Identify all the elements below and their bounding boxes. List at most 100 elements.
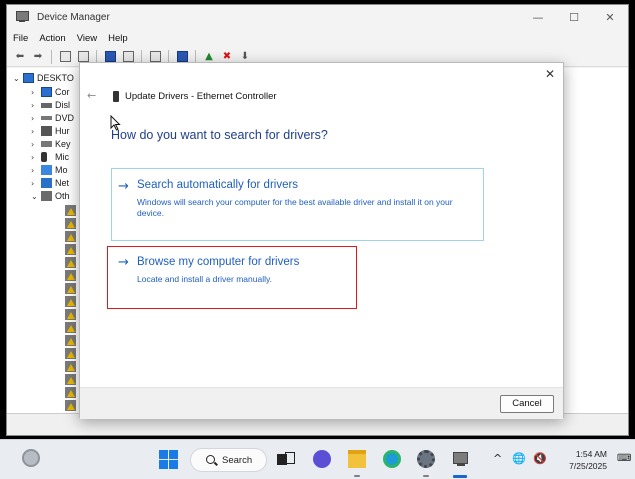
copilot-icon[interactable] xyxy=(313,450,331,468)
tree-category[interactable]: ⌄ Oth xyxy=(31,190,70,202)
minimize-button[interactable]: — xyxy=(520,5,556,29)
chevron-down-icon[interactable]: ⌄ xyxy=(31,192,41,201)
task-view-icon[interactable] xyxy=(276,450,295,468)
notification-icon[interactable]: ⌨ xyxy=(617,453,631,464)
clock-date: 7/25/2025 xyxy=(569,461,607,471)
chevron-right-icon[interactable]: › xyxy=(31,179,41,188)
unknown-device-warning-icon[interactable] xyxy=(65,270,76,281)
unknown-device-warning-icon[interactable] xyxy=(65,322,76,333)
back-icon[interactable]: ⬅ xyxy=(13,50,27,64)
back-arrow-icon[interactable]: ← xyxy=(87,89,96,102)
show-hide-tree-icon[interactable] xyxy=(58,50,72,64)
edge-browser-icon[interactable] xyxy=(383,450,401,468)
show-hidden-icons-chevron-icon[interactable]: ^ xyxy=(493,452,502,465)
search-label: Search xyxy=(222,455,253,466)
dvd-drive-icon xyxy=(41,116,52,120)
monitor-icon xyxy=(41,165,52,175)
taskbar-search-box[interactable]: Search xyxy=(190,448,267,472)
disk-drive-icon xyxy=(41,102,52,108)
title-bar: Device Manager — ☐ ✕ xyxy=(7,5,628,29)
chevron-right-icon[interactable]: › xyxy=(31,140,41,149)
tree-category[interactable]: › Key xyxy=(31,138,71,150)
unknown-device-warning-icon[interactable] xyxy=(65,205,76,216)
tree-category-label: Disl xyxy=(55,100,70,110)
cancel-button[interactable]: Cancel xyxy=(500,395,554,413)
unknown-device-warning-icon[interactable] xyxy=(65,335,76,346)
device-manager-taskbar-icon[interactable] xyxy=(451,450,469,468)
chevron-right-icon[interactable]: › xyxy=(31,101,41,110)
unknown-device-warning-icon[interactable] xyxy=(65,218,76,229)
unknown-device-warning-icon[interactable] xyxy=(65,374,76,385)
chevron-right-icon[interactable]: › xyxy=(31,127,41,136)
unknown-device-warning-icon[interactable] xyxy=(65,348,76,359)
chevron-right-icon[interactable]: › xyxy=(31,114,41,123)
unknown-device-warning-icon[interactable] xyxy=(65,309,76,320)
tree-category[interactable]: › Hur xyxy=(31,125,70,137)
weather-widget-icon[interactable] xyxy=(22,449,40,467)
tree-category[interactable]: › Cor xyxy=(31,86,70,98)
chevron-right-icon[interactable]: › xyxy=(31,88,41,97)
menu-view[interactable]: View xyxy=(77,33,97,44)
tree-category-label: Oth xyxy=(55,191,70,201)
tree-category[interactable]: › Net xyxy=(31,177,69,189)
tree-category[interactable]: › Mo xyxy=(31,164,68,176)
menu-bar: File Action View Help xyxy=(7,29,628,47)
start-button-icon[interactable] xyxy=(159,450,178,469)
hid-icon xyxy=(41,126,52,136)
volume-muted-icon[interactable]: 🔇 xyxy=(533,452,547,465)
search-automatically-option[interactable]: → Search automatically for drivers Windo… xyxy=(111,168,484,241)
option-title: Browse my computer for drivers xyxy=(137,256,300,268)
menu-file[interactable]: File xyxy=(13,33,28,44)
tree-category-label: Cor xyxy=(55,87,70,97)
tree-category[interactable]: › Disl xyxy=(31,99,70,111)
chevron-right-icon[interactable]: › xyxy=(31,166,41,175)
menu-action[interactable]: Action xyxy=(39,33,65,44)
unknown-device-warning-icon[interactable] xyxy=(65,361,76,372)
tree-category-label: Mic xyxy=(55,152,69,162)
network-adapter-icon xyxy=(41,178,52,188)
unknown-device-warning-icon[interactable] xyxy=(65,400,76,411)
unknown-device-warning-icon[interactable] xyxy=(65,387,76,398)
chevron-right-icon[interactable]: › xyxy=(31,153,41,162)
tree-category[interactable]: › Mic xyxy=(31,151,69,163)
window-controls: — ☐ ✕ xyxy=(520,5,628,29)
keyboard-icon xyxy=(41,141,52,147)
dialog-close-button[interactable]: ✕ xyxy=(545,67,555,81)
tree-category-label: Mo xyxy=(55,165,68,175)
settings-gear-icon[interactable] xyxy=(417,450,435,468)
maximize-button[interactable]: ☐ xyxy=(556,5,592,29)
tree-root[interactable]: ⌄ DESKTO xyxy=(13,72,74,84)
tree-category[interactable]: › DVD xyxy=(31,112,74,124)
window-title: Device Manager xyxy=(37,11,110,23)
tree-category-label: Hur xyxy=(55,126,70,136)
clock-time: 1:54 AM xyxy=(575,449,607,459)
option-title: Search automatically for drivers xyxy=(137,179,299,191)
dialog-heading: How do you want to search for drivers? xyxy=(111,128,328,142)
arrow-right-icon: → xyxy=(118,179,129,194)
tree-category-label: Key xyxy=(55,139,71,149)
active-indicator xyxy=(453,475,467,478)
unknown-device-warning-icon[interactable] xyxy=(65,257,76,268)
running-indicator xyxy=(354,475,360,477)
dialog-footer: Cancel xyxy=(80,387,563,419)
chevron-down-icon[interactable]: ⌄ xyxy=(13,74,23,83)
tree-category-label: DVD xyxy=(55,113,75,123)
unknown-device-warning-icon[interactable] xyxy=(65,283,76,294)
file-explorer-icon[interactable] xyxy=(348,450,366,468)
other-devices-icon xyxy=(41,191,52,201)
unknown-device-warning-icon[interactable] xyxy=(65,296,76,307)
close-button[interactable]: ✕ xyxy=(592,5,628,29)
device-manager-icon xyxy=(15,10,29,24)
unknown-device-warning-icon[interactable] xyxy=(65,231,76,242)
arrow-right-icon: → xyxy=(118,255,129,270)
browse-my-computer-option[interactable]: → Browse my computer for drivers Locate … xyxy=(107,246,357,309)
network-icon[interactable]: 🌐 xyxy=(512,452,526,465)
computer-icon xyxy=(41,87,52,97)
running-indicator xyxy=(423,475,429,477)
forward-icon[interactable]: ➡ xyxy=(31,50,45,64)
clock[interactable]: 1:54 AM 7/25/2025 xyxy=(557,448,607,472)
unknown-device-warning-icon[interactable] xyxy=(65,244,76,255)
menu-help[interactable]: Help xyxy=(108,33,128,44)
tree-root-label: DESKTO xyxy=(37,73,74,83)
option-description: Windows will search your computer for th… xyxy=(137,197,453,218)
